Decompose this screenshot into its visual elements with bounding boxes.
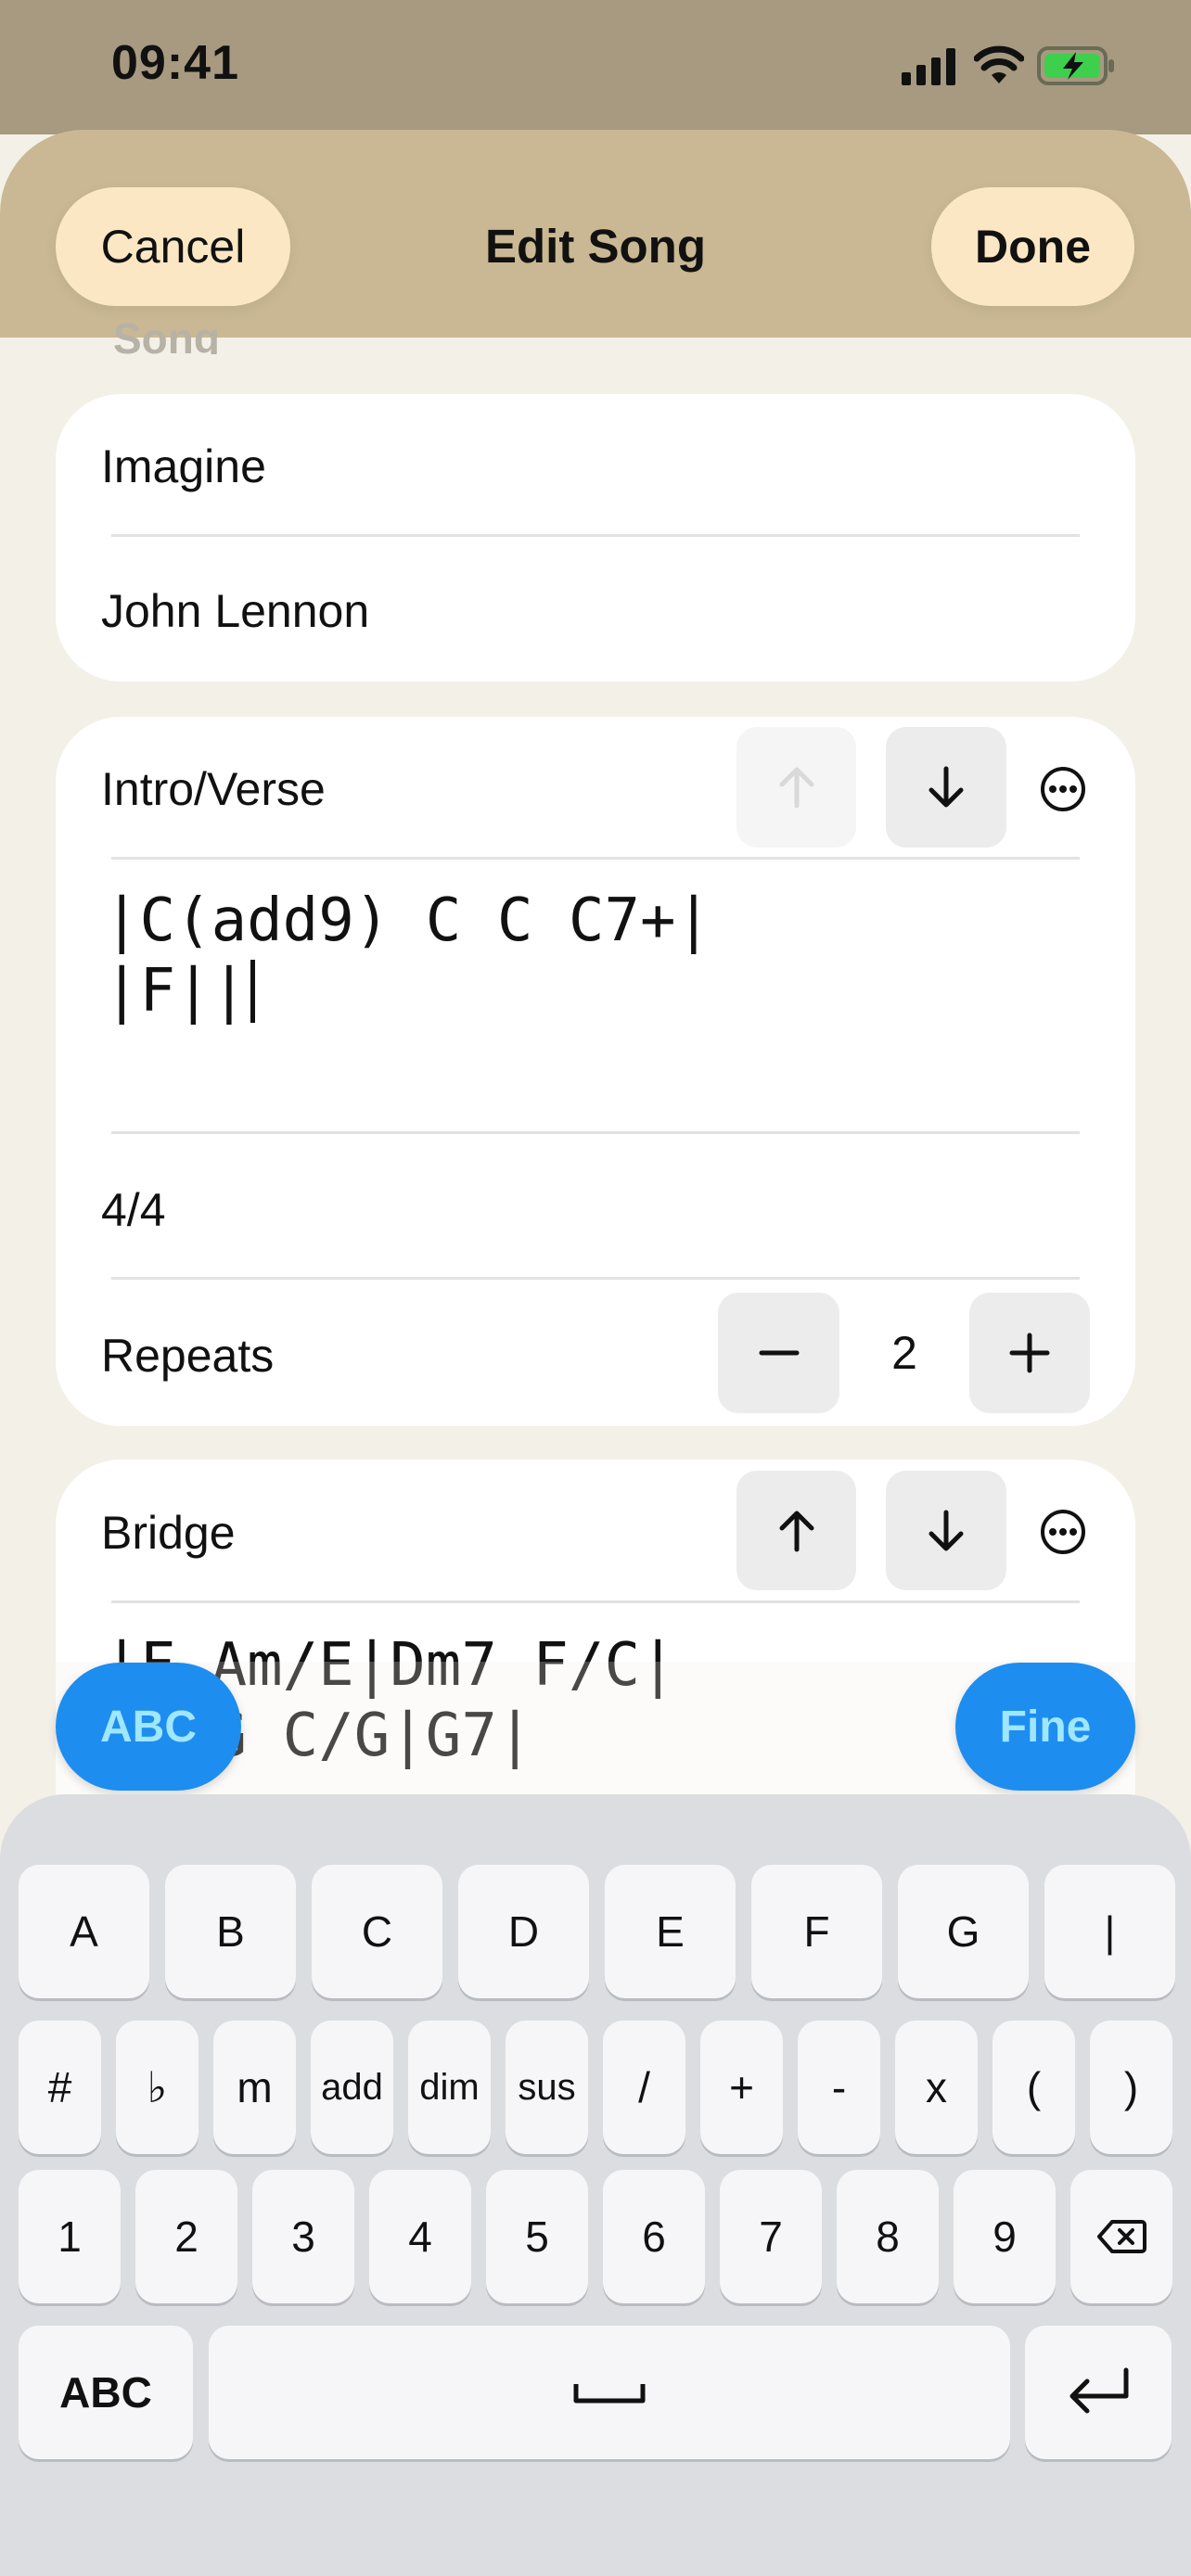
arrow-down-icon <box>928 766 964 808</box>
key-row2-2[interactable]: m <box>213 2021 296 2154</box>
plus-icon <box>1009 1333 1050 1373</box>
cellular-signal-icon <box>902 48 955 85</box>
section-name-field[interactable]: Intro/Verse <box>101 762 326 816</box>
abc-key[interactable]: ABC <box>19 2326 193 2459</box>
text-cursor <box>250 960 256 1023</box>
return-icon <box>1069 2367 1129 2414</box>
minus-icon <box>759 1350 799 1356</box>
chord-keyboard: A B C D E F G | # ♭ m add dim sus / + - x() 123456789 AB… <box>0 1794 1191 2576</box>
key-row3-7[interactable]: 8 <box>837 2170 939 2303</box>
key-row3-2[interactable]: 3 <box>252 2170 354 2303</box>
song-title-field[interactable]: Imagine <box>101 440 266 493</box>
more-options-icon[interactable] <box>1039 765 1087 813</box>
section-name-field[interactable]: Bridge <box>101 1506 236 1560</box>
song-section-header: Song <box>113 314 220 354</box>
key-row3-3[interactable]: 4 <box>369 2170 471 2303</box>
key-row3-8[interactable]: 9 <box>954 2170 1056 2303</box>
chord-line: |C(add9) C C C7+| <box>104 886 712 955</box>
key-row1-1[interactable]: B <box>165 1865 296 1998</box>
more-options-icon[interactable] <box>1039 1508 1087 1556</box>
delete-key[interactable] <box>1070 2170 1172 2303</box>
space-icon <box>573 2384 646 2404</box>
key-row2-1[interactable]: ♭ <box>116 2021 198 2154</box>
key-row2-4[interactable]: dim <box>408 2021 491 2154</box>
fine-button[interactable]: Fine <box>955 1663 1135 1791</box>
key-row1-3[interactable]: D <box>458 1865 589 1998</box>
song-info-card <box>56 394 1135 682</box>
key-row3-1[interactable]: 2 <box>135 2170 237 2303</box>
delete-backspace-icon <box>1097 2220 1146 2253</box>
status-time: 09:41 <box>111 36 239 90</box>
key-row1-5[interactable]: F <box>751 1865 882 1998</box>
key-row2-7[interactable]: + <box>700 2021 783 2154</box>
move-up-button[interactable] <box>736 727 856 848</box>
key-row3-0[interactable]: 1 <box>19 2170 121 2303</box>
abc-mode-button[interactable]: ABC <box>56 1663 241 1791</box>
repeats-label: Repeats <box>101 1330 275 1382</box>
move-down-button[interactable] <box>886 727 1006 848</box>
key-row1-4[interactable]: E <box>605 1865 736 1998</box>
divider <box>111 1600 1080 1603</box>
key-row2-5[interactable]: sus <box>506 2021 588 2154</box>
time-signature-field[interactable]: 4/4 <box>101 1183 166 1237</box>
key-row2-11[interactable]: ) <box>1090 2021 1172 2154</box>
key-row3-6[interactable]: 7 <box>720 2170 822 2303</box>
done-button[interactable]: Done <box>931 187 1134 306</box>
song-artist-field[interactable]: John Lennon <box>101 584 369 638</box>
divider <box>111 1131 1080 1134</box>
arrow-up-icon <box>779 1511 813 1551</box>
divider <box>111 1277 1080 1280</box>
key-row3-5[interactable]: 6 <box>603 2170 705 2303</box>
arrow-down-icon <box>928 1510 964 1550</box>
key-row2-0[interactable]: # <box>19 2021 101 2154</box>
key-row2-3[interactable]: add <box>311 2021 393 2154</box>
move-down-button[interactable] <box>886 1471 1006 1590</box>
repeats-decrement-button[interactable] <box>718 1293 839 1413</box>
battery-charging-icon <box>1037 46 1114 85</box>
key-row3-4[interactable]: 5 <box>486 2170 588 2303</box>
key-row1-6[interactable]: G <box>898 1865 1029 1998</box>
key-row2-8[interactable]: - <box>798 2021 880 2154</box>
key-row1-0[interactable]: A <box>19 1865 149 1998</box>
repeats-increment-button[interactable] <box>969 1293 1090 1413</box>
key-row2-9[interactable]: x <box>895 2021 978 2154</box>
return-key[interactable] <box>1025 2326 1172 2459</box>
key-row1-2[interactable]: C <box>312 1865 442 1998</box>
repeats-value: 2 <box>891 1327 917 1379</box>
chord-editor[interactable]: |C(add9) C C C7+| |F|| <box>104 886 711 1027</box>
chord-line: |F|| <box>104 957 248 1026</box>
key-row1-7[interactable]: | <box>1044 1865 1175 1998</box>
arrow-up-icon <box>779 767 813 809</box>
move-up-button[interactable] <box>736 1471 856 1590</box>
divider <box>111 534 1080 537</box>
wifi-icon <box>974 45 1024 83</box>
key-row2-10[interactable]: ( <box>992 2021 1075 2154</box>
space-key[interactable] <box>209 2326 1010 2459</box>
divider <box>111 857 1080 860</box>
key-row2-6[interactable]: / <box>603 2021 685 2154</box>
